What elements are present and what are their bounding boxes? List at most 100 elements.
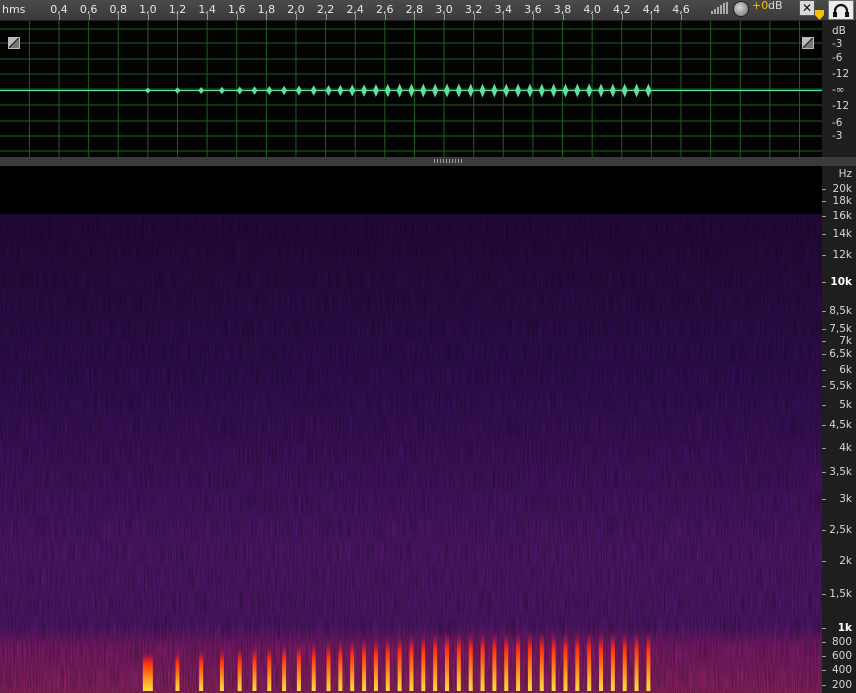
db-label: -6 [832, 52, 843, 64]
hz-tick-label: 2,5k [829, 524, 852, 536]
waveform-burst [432, 83, 439, 98]
waveform-view[interactable] [0, 21, 822, 157]
headphone-button[interactable] [828, 0, 854, 20]
spectrogram-burst [646, 631, 651, 691]
waveform-burst [325, 85, 332, 96]
waveform-burst [408, 83, 415, 98]
hz-tick-label: 20k [832, 183, 852, 195]
spectrogram-burst [385, 636, 390, 691]
waveform-burst [538, 83, 545, 98]
waveform-burst [574, 83, 581, 98]
hz-tick [822, 425, 826, 426]
hz-tick-label: 2k [839, 555, 852, 567]
spectrogram-burst [468, 631, 473, 691]
db-label: -∞ [832, 84, 845, 96]
ruler-tick [266, 14, 268, 20]
waveform-burst [491, 83, 498, 98]
spectrogram-burst [421, 633, 426, 691]
hz-tick-label: 7,5k [829, 323, 852, 335]
view-splitter[interactable] [0, 157, 856, 166]
waveform-burst [503, 83, 510, 98]
frequency-scale: Hz 20k 18k 16k 14k 12k 10k 8,5k 7,5k 7k 6,5k 6k 5,5k… [822, 166, 856, 693]
waveform-burst [609, 83, 616, 98]
spectrogram-burst [311, 642, 316, 691]
hz-tick-label: 12k [832, 249, 852, 261]
spectrogram-burst [599, 631, 604, 691]
spectrogram-burst [142, 651, 153, 691]
waveform-burst [372, 84, 379, 97]
hz-tick [822, 216, 826, 217]
spectrogram-burst [296, 643, 301, 691]
spectrogram-burst [480, 631, 485, 691]
spectrogram-burst [622, 631, 627, 691]
waveform-burst [562, 83, 569, 98]
waveform-burst [645, 83, 652, 98]
hz-tick-label: 3k [839, 493, 852, 505]
spectrogram-view[interactable] [0, 166, 822, 693]
time-unit-label: hms [2, 3, 26, 16]
waveform-burst [550, 83, 557, 98]
spectrogram-burst [433, 632, 438, 691]
hz-tick [822, 670, 826, 671]
waveform-burst [349, 84, 356, 97]
waveform-burst [174, 87, 181, 94]
waveform-burst [236, 86, 243, 95]
db-label: -3 [832, 130, 843, 142]
hz-tick [822, 685, 826, 686]
db-label: -3 [832, 38, 843, 50]
spectrogram-burst [587, 631, 592, 691]
hz-tick-label: 200 [831, 679, 852, 691]
ruler-tick [592, 14, 594, 20]
spectrogram-burst [539, 631, 544, 691]
spectrogram-burst [237, 647, 242, 691]
waveform-burst [198, 87, 205, 94]
hz-tick [822, 448, 826, 449]
db-scale: dB -3 -6 -12 -∞ -12 -6 -3 [822, 21, 856, 157]
gain-knob-icon[interactable] [733, 1, 749, 17]
time-ruler[interactable]: hms 0,4 0,6 0,8 1,0 1,2 1,4 1,6 1,8 2,0 2,2 2,4 2,6… [0, 0, 856, 21]
waveform-burst [144, 87, 151, 94]
waveform-plot [0, 21, 822, 157]
hz-tick [822, 628, 826, 629]
spectrogram-burst [350, 639, 355, 691]
spectrogram-burst [199, 649, 204, 691]
splitter-grip-icon[interactable] [434, 159, 462, 163]
hz-tick [822, 561, 826, 562]
waveform-burst [633, 83, 640, 98]
gain-value[interactable]: +0 [752, 0, 768, 12]
ruler-tick [355, 14, 357, 20]
close-button[interactable]: ✕ [799, 0, 815, 16]
waveform-burst [310, 85, 317, 96]
spectrogram-burst [267, 645, 272, 691]
waveform-burst [266, 86, 273, 95]
hz-tick-label: 600 [831, 650, 852, 662]
spectrogram-burst [373, 637, 378, 691]
hz-tick-label: 4,5k [829, 419, 852, 431]
hz-tick [822, 341, 826, 342]
zoom-right-button[interactable] [802, 37, 814, 49]
spectrogram-burst [409, 634, 414, 691]
ruler-tick [88, 14, 90, 20]
hz-unit-label: Hz [838, 168, 852, 180]
hz-tick-label: 1k [837, 622, 852, 634]
hz-tick-label: 3,5k [829, 466, 852, 478]
hz-tick-label: 14k [832, 228, 852, 240]
hz-tick [822, 234, 826, 235]
hz-tick-label: 1,5k [829, 588, 852, 600]
waveform-burst [586, 83, 593, 98]
db-label: -12 [832, 68, 850, 80]
playhead-marker-icon[interactable] [815, 10, 824, 20]
spectrogram-burst [219, 648, 224, 691]
hz-tick-label: 6,5k [829, 348, 852, 360]
zoom-left-button[interactable] [8, 37, 20, 49]
volume-meter-icon[interactable] [710, 1, 732, 15]
hz-tick-label: 5k [839, 399, 852, 411]
ruler-tick [414, 14, 416, 20]
hz-tick-label: 18k [832, 195, 852, 207]
hz-tick [822, 370, 826, 371]
hz-tick [822, 282, 826, 283]
ruler-tick [621, 14, 623, 20]
hz-tick-label: 400 [831, 664, 852, 676]
ruler-tick [295, 14, 297, 20]
ruler-tick [177, 14, 179, 20]
